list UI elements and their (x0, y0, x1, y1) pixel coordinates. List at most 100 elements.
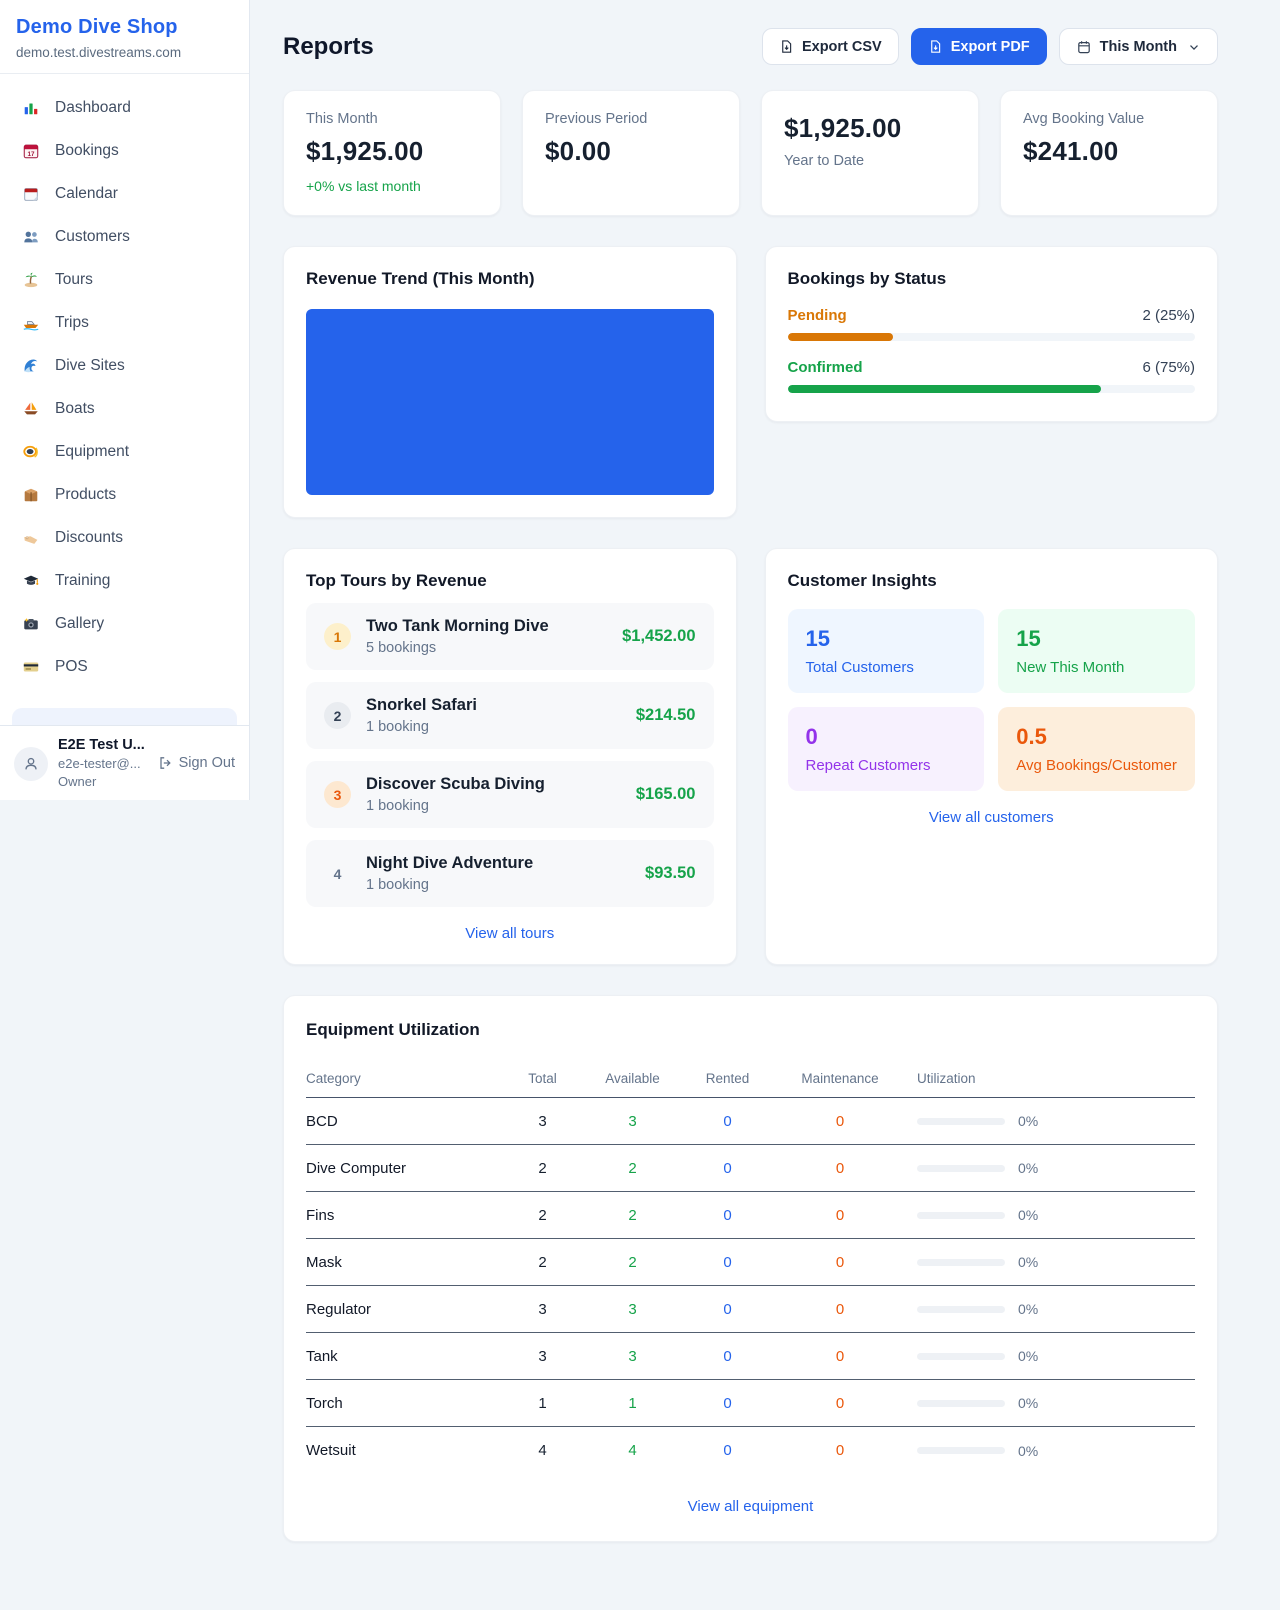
sidebar-item-icon (22, 228, 40, 246)
sidebar-item-discounts[interactable]: Discounts (10, 516, 239, 559)
status-value: 6 (75%) (1142, 359, 1195, 376)
col-header-total: Total (500, 1071, 585, 1086)
sidebar-item-customers[interactable]: Customers (10, 215, 239, 258)
sidebar-item-icon (22, 443, 40, 461)
sidebar-item-tours[interactable]: Tours (10, 258, 239, 301)
view-all-tours-link[interactable]: View all tours (306, 925, 714, 942)
sidebar-item-pos[interactable]: POS (10, 645, 239, 688)
sidebar-item-products[interactable]: Products (10, 473, 239, 516)
tour-row-discover-scuba-diving: 3 Discover Scuba Diving 1 booking $165.0… (306, 761, 714, 828)
utilization-bar (917, 1165, 1005, 1172)
view-all-customers-link[interactable]: View all customers (788, 809, 1196, 826)
sidebar-item-equipment[interactable]: Equipment (10, 430, 239, 473)
sidebar-item-icon (22, 529, 40, 547)
tour-bookings: 1 booking (366, 719, 477, 735)
status-progress-fill (788, 385, 1102, 393)
cell-utilization: 0% (905, 1395, 1195, 1411)
table-row-tank: Tank 3 3 0 0 0% (306, 1333, 1195, 1380)
cell-available: 2 (585, 1160, 680, 1177)
sidebar-item-label: Products (55, 486, 116, 504)
calendar-icon (1076, 39, 1092, 55)
cell-utilization: 0% (905, 1207, 1195, 1223)
col-header-rented: Rented (680, 1071, 775, 1086)
cell-available: 1 (585, 1395, 680, 1412)
status-row-pending: Pending 2 (25%) (788, 307, 1196, 341)
sidebar-item-icon (22, 185, 40, 203)
equipment-utilization-title: Equipment Utilization (306, 1020, 1195, 1040)
utilization-bar (917, 1306, 1005, 1313)
sidebar-item-label: Tours (55, 271, 93, 289)
cell-maintenance: 0 (775, 1395, 905, 1412)
period-select[interactable]: This Month (1059, 28, 1218, 65)
cell-category: Dive Computer (306, 1160, 500, 1177)
sidebar-item-icon (22, 314, 40, 332)
view-all-equipment-link[interactable]: View all equipment (306, 1498, 1195, 1515)
sidebar-item-reports-active-partial[interactable] (12, 708, 237, 725)
sidebar-item-trips[interactable]: Trips (10, 301, 239, 344)
export-csv-button[interactable]: Export CSV (762, 28, 899, 65)
sidebar-item-bookings[interactable]: 17 Bookings (10, 129, 239, 172)
sign-out-button[interactable]: Sign Out (157, 755, 235, 771)
cell-total: 3 (500, 1113, 585, 1130)
stat-cards: This Month $1,925.00 +0% vs last month P… (283, 90, 1218, 216)
cell-utilization: 0% (905, 1443, 1195, 1459)
cell-utilization: 0% (905, 1113, 1195, 1129)
sign-out-label: Sign Out (179, 755, 235, 771)
sidebar-item-icon (22, 271, 40, 289)
sidebar-item-boats[interactable]: Boats (10, 387, 239, 430)
cell-rented: 0 (680, 1207, 775, 1224)
bookings-by-status-title: Bookings by Status (788, 269, 1196, 289)
sidebar-item-training[interactable]: Training (10, 559, 239, 602)
insight-tile-total-customers: 15 Total Customers (788, 609, 985, 693)
cell-maintenance: 0 (775, 1160, 905, 1177)
insight-tile-new-this-month: 15 New This Month (998, 609, 1195, 693)
user-email: e2e-tester@... (58, 756, 145, 771)
sidebar-item-dive-sites[interactable]: Dive Sites (10, 344, 239, 387)
sidebar-item-calendar[interactable]: Calendar (10, 172, 239, 215)
cell-total: 2 (500, 1207, 585, 1224)
cell-rented: 0 (680, 1442, 775, 1459)
sidebar-item-dashboard[interactable]: Dashboard (10, 86, 239, 129)
user-info: E2E Test U... e2e-tester@... Owner (58, 737, 145, 789)
sign-out-icon (157, 755, 173, 771)
cell-category: Regulator (306, 1301, 500, 1318)
insight-value: 0.5 (1016, 724, 1177, 750)
sidebar-item-icon (22, 99, 40, 117)
cell-available: 3 (585, 1348, 680, 1365)
sidebar-item-icon: 17 (22, 142, 40, 160)
cell-total: 1 (500, 1395, 585, 1412)
customer-insights-card: Customer Insights 15 Total Customers 15 … (765, 548, 1219, 965)
customer-insights-title: Customer Insights (788, 571, 1196, 591)
sidebar-item-label: Customers (55, 228, 130, 246)
sidebar-user-footer: E2E Test U... e2e-tester@... Owner Sign … (0, 725, 249, 800)
stat-value: $1,925.00 (784, 113, 956, 144)
utilization-percent: 0% (1018, 1348, 1038, 1364)
cell-available: 4 (585, 1442, 680, 1459)
charts-row: Revenue Trend (This Month) Bookings by S… (283, 246, 1218, 518)
stat-value: $0.00 (545, 136, 717, 167)
cell-total: 4 (500, 1442, 585, 1459)
insight-label: Avg Bookings/Customer (1016, 757, 1177, 774)
cell-rented: 0 (680, 1113, 775, 1130)
stat-card-previous-period: Previous Period $0.00 (522, 90, 740, 216)
cell-category: Torch (306, 1395, 500, 1412)
user-icon (22, 755, 40, 773)
sidebar-item-icon (22, 615, 40, 633)
revenue-chart-area (306, 309, 714, 495)
sidebar-item-gallery[interactable]: Gallery (10, 602, 239, 645)
tour-row-night-dive-adventure: 4 Night Dive Adventure 1 booking $93.50 (306, 840, 714, 907)
table-row-torch: Torch 1 1 0 0 0% (306, 1380, 1195, 1427)
cell-total: 3 (500, 1301, 585, 1318)
export-pdf-button[interactable]: Export PDF (911, 28, 1047, 65)
cell-maintenance: 0 (775, 1348, 905, 1365)
cell-maintenance: 0 (775, 1254, 905, 1271)
stat-delta: +0% vs last month (306, 178, 478, 194)
stat-label: Previous Period (545, 111, 717, 127)
cell-total: 2 (500, 1254, 585, 1271)
insight-tile-repeat-customers: 0 Repeat Customers (788, 707, 985, 791)
sidebar-item-label: Discounts (55, 529, 123, 547)
cell-total: 3 (500, 1348, 585, 1365)
cell-available: 3 (585, 1301, 680, 1318)
export-pdf-label: Export PDF (951, 39, 1030, 55)
insights-row: Top Tours by Revenue 1 Two Tank Morning … (283, 548, 1218, 965)
